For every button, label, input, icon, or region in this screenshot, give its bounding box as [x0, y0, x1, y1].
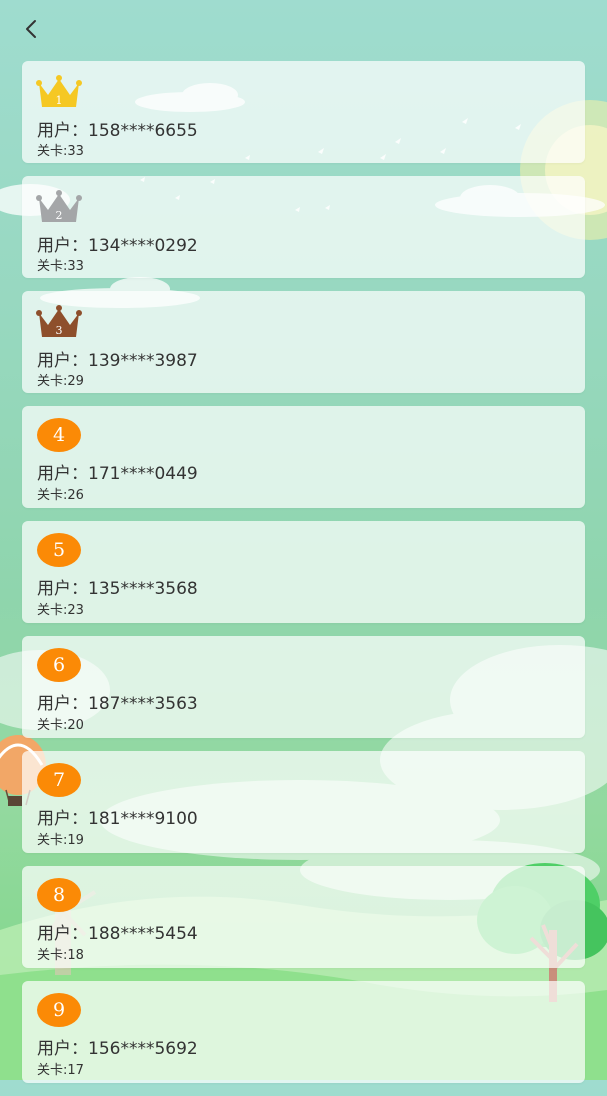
level-value: 26 — [67, 488, 84, 503]
rank-card-7[interactable]: 7 用户：181****9100 关卡:19 — [22, 751, 585, 853]
level-line: 关卡:29 — [37, 374, 84, 389]
user-line: 用户：181****9100 — [37, 809, 198, 829]
crown-silver-icon: 2 — [36, 190, 82, 222]
user-id: 188****5454 — [88, 924, 198, 944]
user-line: 用户：171****0449 — [37, 464, 198, 484]
level-value: 19 — [67, 833, 84, 848]
level-value: 17 — [67, 1063, 84, 1078]
user-id: 158****6655 — [88, 121, 198, 141]
level-line: 关卡:20 — [37, 718, 84, 733]
user-id: 171****0449 — [88, 464, 198, 484]
ranking-list: 1 用户：158****6655 关卡:33 2 用户：134****0292 … — [22, 61, 585, 1096]
user-id: 156****5692 — [88, 1039, 198, 1059]
rank-card-3[interactable]: 3 用户：139****3987 关卡:29 — [22, 291, 585, 393]
user-line: 用户：139****3987 — [37, 351, 198, 371]
level-line: 关卡:18 — [37, 948, 84, 963]
rank-card-8[interactable]: 8 用户：188****5454 关卡:18 — [22, 866, 585, 968]
rank-card-2[interactable]: 2 用户：134****0292 关卡:33 — [22, 176, 585, 278]
user-id: 139****3987 — [88, 351, 198, 371]
user-line: 用户：187****3563 — [37, 694, 198, 714]
user-line: 用户：188****5454 — [37, 924, 198, 944]
user-id: 134****0292 — [88, 236, 198, 256]
rank-card-9[interactable]: 9 用户：156****5692 关卡:17 — [22, 981, 585, 1083]
rank-card-4[interactable]: 4 用户：171****0449 关卡:26 — [22, 406, 585, 508]
level-line: 关卡:33 — [37, 144, 84, 159]
level-line: 关卡:17 — [37, 1063, 84, 1078]
rank-badge: 8 — [37, 878, 81, 912]
rank-card-5[interactable]: 5 用户：135****3568 关卡:23 — [22, 521, 585, 623]
level-value: 33 — [67, 144, 84, 159]
user-line: 用户：135****3568 — [37, 579, 198, 599]
user-id: 187****3563 — [88, 694, 198, 714]
level-line: 关卡:23 — [37, 603, 84, 618]
svg-text:1: 1 — [56, 94, 63, 107]
level-line: 关卡:26 — [37, 488, 84, 503]
crown-gold-icon: 1 — [36, 75, 82, 107]
user-line: 用户：134****0292 — [37, 236, 198, 256]
level-value: 20 — [67, 718, 84, 733]
level-line: 关卡:33 — [37, 259, 84, 274]
rank-badge: 4 — [37, 418, 81, 452]
rank-card-1[interactable]: 1 用户：158****6655 关卡:33 — [22, 61, 585, 163]
user-id: 135****3568 — [88, 579, 198, 599]
level-value: 18 — [67, 948, 84, 963]
rank-badge: 9 — [37, 993, 81, 1027]
rank-badge: 5 — [37, 533, 81, 567]
svg-text:3: 3 — [56, 324, 63, 337]
rank-badge: 6 — [37, 648, 81, 682]
level-value: 29 — [67, 374, 84, 389]
chevron-left-icon — [26, 20, 36, 38]
level-value: 33 — [67, 259, 84, 274]
user-line: 用户：156****5692 — [37, 1039, 198, 1059]
user-line: 用户：158****6655 — [37, 121, 198, 141]
level-line: 关卡:19 — [37, 833, 84, 848]
svg-text:2: 2 — [56, 209, 63, 222]
rank-card-6[interactable]: 6 用户：187****3563 关卡:20 — [22, 636, 585, 738]
level-value: 23 — [67, 603, 84, 618]
user-id: 181****9100 — [88, 809, 198, 829]
rank-badge: 7 — [37, 763, 81, 797]
back-button[interactable] — [16, 14, 46, 44]
crown-bronze-icon: 3 — [36, 305, 82, 337]
